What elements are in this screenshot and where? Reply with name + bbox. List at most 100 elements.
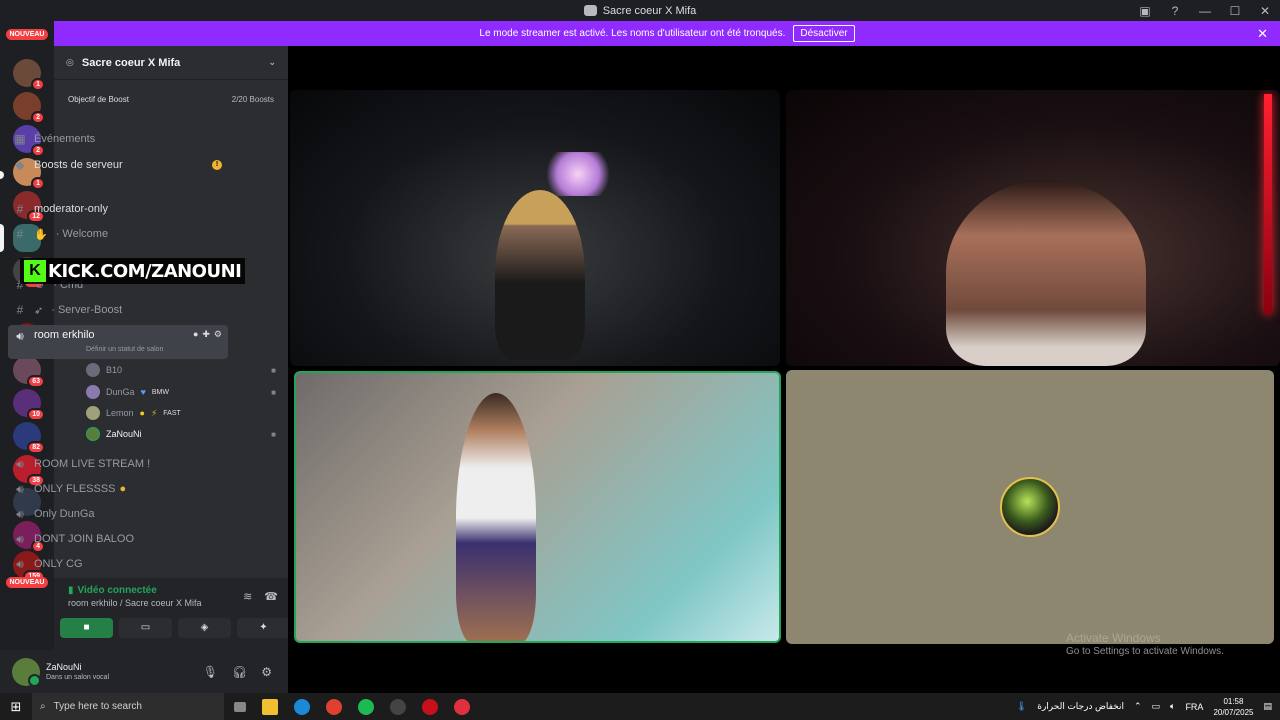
opera-icon[interactable] [422,698,438,715]
hash-icon: # [16,227,24,241]
avatar [86,363,100,377]
channel-server-boost[interactable]: # ➶ · Server-Boost [8,299,228,321]
channel-moderator-only[interactable]: # moderator-only [8,198,228,220]
clock[interactable]: 01:58 20/07/2025 [1213,696,1253,718]
help-icon[interactable]: ? [1160,4,1190,18]
hex-light-decor [542,152,614,196]
taskbar-search[interactable]: ⌕ Type here to search [32,693,224,720]
search-placeholder: Type here to search [53,701,142,712]
clock-date: 20/07/2025 [1213,707,1254,717]
channel-only-flessss[interactable]: 🔊︎ ONLY FLESSSS ● [8,478,228,500]
minimize-button[interactable]: — [1190,4,1220,18]
new-badge: NOUVEAU [6,577,48,588]
server-header[interactable]: ◎ Sacre coeur X Mifa ⌄ [54,46,288,80]
voice-user[interactable]: Lemon ● ⚡ FAST [86,404,276,422]
screen-share-button[interactable]: ▭ [119,618,172,638]
voice-user[interactable]: DunGa ♥ BMW ■ [86,383,276,401]
close-window-button[interactable]: ✕ [1250,4,1280,18]
server-icon[interactable]: 63 [13,356,45,388]
kick-url-text: KICK.COM/ZANOUNI [48,260,242,282]
voice-user-name: ZaNouNi [106,429,142,439]
volume-icon[interactable]: 🔈︎ [1170,701,1175,712]
close-banner-icon[interactable]: ✕ [1257,26,1268,42]
boost-goal-label: Objectif de Boost [68,94,129,104]
set-channel-status[interactable]: Définir un statut de salon [86,346,163,353]
settings-gear-icon[interactable]: ⚙ [261,665,272,679]
video-tile-speaking[interactable] [294,371,781,643]
spotify-icon[interactable] [358,698,374,715]
kick-stream-overlay: K KICK.COM/ZANOUNI [20,258,246,284]
channel-welcome[interactable]: # ✋ · Welcome [8,223,228,245]
window-title: Sacre coeur X Mifa [602,4,697,17]
microphone-icon[interactable]: 🎙︎ [203,665,218,679]
windows-start-icon[interactable]: ⊞ [0,699,32,715]
channel-events[interactable]: ▦ Événements [8,128,228,150]
channel-only-cg[interactable]: 🔊︎ ONLY CG [8,553,228,575]
soundboard-button[interactable]: ✦ [237,618,290,638]
channel-room-erkhilo[interactable]: 🔊︎ room erkhilo ● ✚ ⚙ [8,325,228,359]
channel-dont-join-baloo[interactable]: 🔊︎ DONT JOIN BALOO [8,528,228,550]
edge-icon[interactable] [294,698,310,715]
speaker-icon: 🔊︎ [16,531,24,546]
voice-user[interactable]: ZaNouNi ■ [86,425,276,443]
streamer-figure [495,190,585,360]
speaker-icon: 🔊︎ [16,481,24,496]
server-name: Sacre coeur X Mifa [81,56,181,69]
server-icon[interactable]: 2 [13,92,45,124]
headphones-icon[interactable]: 🎧︎ [232,665,247,679]
video-tile[interactable] [786,90,1280,366]
channel-label: ONLY FLESSSS [34,483,116,495]
voice-connection-panel: ▮ Vidéo connectée room erkhilo / Sacre c… [54,578,290,650]
channel-only-dunga[interactable]: 🔊︎ Only DunGa [8,503,228,525]
invite-icon[interactable]: ✚ [202,329,210,340]
chrome-icon[interactable] [326,698,342,715]
chevron-up-icon[interactable]: ⌃ [1134,701,1142,712]
camera-icon: ■ [271,365,276,375]
boost-icon: ◆ [15,158,25,172]
disable-streamer-mode-button[interactable]: Désactiver [793,25,855,42]
server-icon[interactable]: 10 [13,389,45,421]
camera-icon: ■ [271,429,276,439]
maximize-button[interactable]: ☐ [1220,4,1250,18]
disconnect-icon[interactable]: ☎ [264,590,278,603]
channel-label: moderator-only [34,203,108,215]
language-indicator[interactable]: FRA [1185,702,1203,712]
obs-icon[interactable] [390,698,406,715]
voice-user-name: DunGa [106,387,135,397]
video-tile[interactable] [290,90,780,366]
video-stage: Activate Windows Go to Settings to activ… [288,46,1280,693]
connection-status-label: Vidéo connectée [77,585,157,596]
activation-subtitle: Go to Settings to activate Windows. [1066,646,1224,657]
user-avatar[interactable] [12,657,41,687]
task-view-icon[interactable] [234,701,246,712]
windows-activation-watermark: Activate Windows Go to Settings to activ… [1066,631,1224,659]
noise-suppression-icon[interactable]: ≋ [243,590,252,603]
lightning-icon: ⚡ [150,407,158,418]
weather-text[interactable]: انخفاض درجات الحرارة [1037,701,1124,712]
network-icon[interactable]: ▭ [1152,701,1161,712]
gear-icon[interactable]: ⚙ [214,329,222,340]
channel-server-boosts[interactable]: ◆ Boosts de serveur ! [8,154,228,176]
calendar-icon: ▦ [14,132,26,146]
chevron-down-icon[interactable]: ⌄ [268,57,276,68]
channel-room-live-stream[interactable]: 🔊︎ ROOM LIVE STREAM ! [8,453,228,475]
hash-icon: # [16,202,24,216]
new-badge: NOUVEAU [6,29,48,40]
chat-icon[interactable]: ● [193,329,198,340]
screen-share-icon[interactable]: ▣ [1130,4,1160,18]
app-icon[interactable] [454,698,470,715]
server-icon[interactable]: 82 [13,422,45,454]
video-tile-avatar[interactable] [786,370,1274,644]
channel-label: · Server-Boost [51,304,123,316]
discord-app-icon [583,5,597,16]
server-tag-icon: ◎ [66,57,74,67]
channel-label: ONLY CG [34,558,83,570]
notification-icon[interactable]: ▤ [1263,701,1272,712]
boost-goal[interactable]: Objectif de Boost 2/20 Boosts [62,90,280,108]
camera-button[interactable]: ■ [60,618,113,638]
speaker-icon: 🔊︎ [16,556,24,571]
server-icon[interactable]: 1 [13,59,45,91]
file-explorer-icon[interactable] [262,698,278,715]
voice-user[interactable]: B10 ■ [86,361,276,379]
activity-button[interactable]: ◈ [178,618,231,638]
